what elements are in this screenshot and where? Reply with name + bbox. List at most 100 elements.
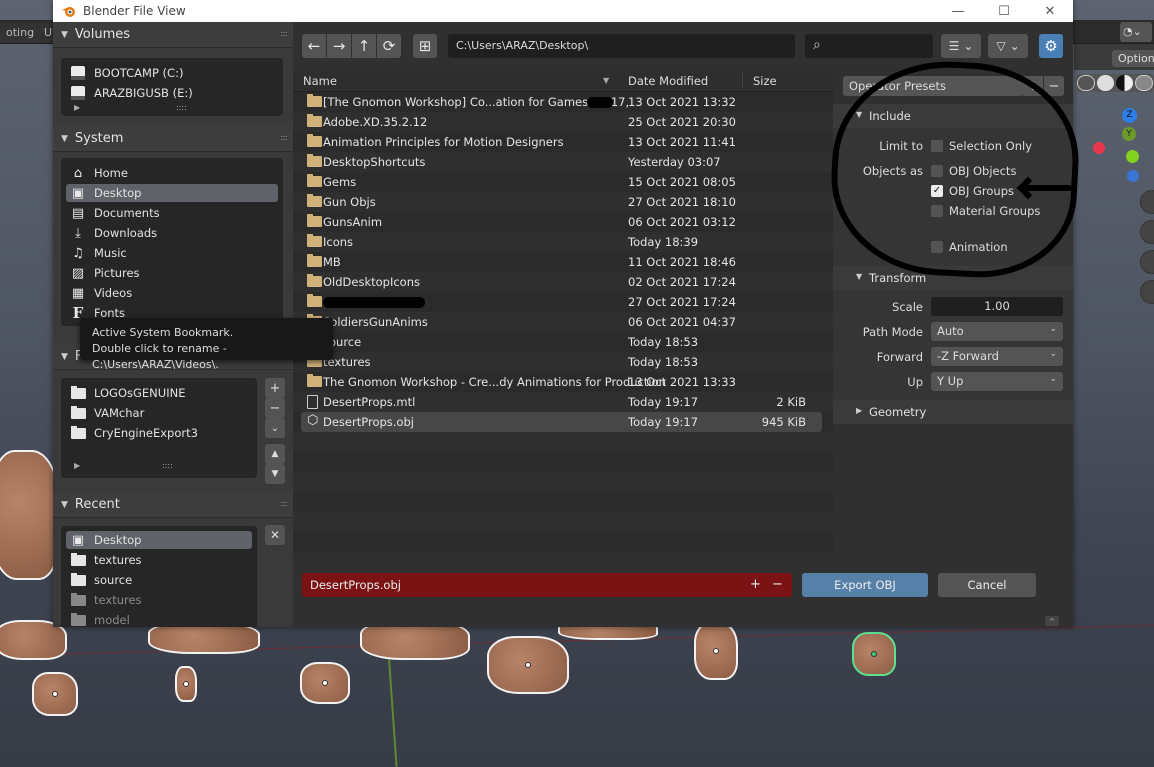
wireframe-shading-icon[interactable] [1077, 75, 1095, 91]
name-column-header[interactable]: Name [303, 74, 337, 88]
system-item-pictures[interactable]: ▨ Pictures [66, 264, 278, 282]
folder-row[interactable]: OldDesktopIcons 02 Oct 2021 17:24 [293, 272, 833, 292]
folder-row[interactable]: [The Gnomon Workshop] Co...ation for Gam… [293, 92, 833, 112]
drag-grip-icon[interactable]: :::: [280, 499, 288, 508]
ortho-view-icon[interactable] [1140, 280, 1154, 304]
folder-row[interactable]: GunsAnim 06 Oct 2021 03:12 [293, 212, 833, 232]
settings-toggle-button[interactable]: ⚙ [1039, 34, 1063, 58]
refresh-button[interactable]: ⟳ [377, 34, 401, 58]
gizmo-z-axis[interactable]: Z [1122, 108, 1137, 123]
display-mode-dropdown[interactable]: ☰ ⌄ [941, 34, 981, 58]
favorite-item[interactable]: VAMchar [66, 404, 252, 422]
system-item-videos[interactable]: ▦ Videos [66, 284, 278, 302]
rock-object[interactable] [32, 672, 78, 716]
move-down-button[interactable]: ▼ [265, 464, 285, 484]
rock-object[interactable] [300, 662, 350, 704]
add-bookmark-button[interactable]: + [265, 378, 285, 398]
recent-item[interactable]: textures [66, 591, 252, 609]
folder-row[interactable]: Gems 15 Oct 2021 08:05 [293, 172, 833, 192]
material-shading-icon[interactable] [1116, 75, 1134, 91]
scale-field[interactable]: 1.00 [931, 297, 1063, 316]
folder-row[interactable]: SoldiersGunAnims 06 Oct 2021 04:37 [293, 312, 833, 332]
gizmo-z-negative[interactable] [1127, 170, 1139, 182]
system-item-music[interactable]: ♫ Music [66, 244, 278, 262]
rock-object[interactable] [487, 636, 569, 694]
date-column-header[interactable]: Date Modified [628, 74, 708, 88]
rock-object[interactable] [0, 450, 60, 580]
bookmark-menu-button[interactable]: ⌄ [265, 418, 285, 438]
up-axis-dropdown[interactable]: Y Up ⌄ [931, 372, 1063, 391]
filter-dropdown[interactable]: ▽ ⌄ [988, 34, 1028, 58]
folder-row[interactable]: Gun Objs 27 Oct 2021 18:10 [293, 192, 833, 212]
column-divider[interactable] [742, 73, 743, 88]
collapse-region-icon[interactable]: ^ [1045, 616, 1059, 626]
volumes-panel-header[interactable]: ▼ Volumes :::: [53, 22, 293, 48]
folder-row[interactable]: DesktopShortcuts Yesterday 03:07 [293, 152, 833, 172]
folder-row[interactable]: 27 Oct 2021 17:24 [293, 292, 833, 312]
recent-panel-header[interactable]: ▼ Recent :::: [53, 492, 293, 518]
maximize-button[interactable]: ☐ [981, 0, 1027, 22]
system-item-home[interactable]: ⌂ Home [66, 164, 278, 182]
export-obj-button[interactable]: Export OBJ [802, 573, 928, 597]
volume-item[interactable]: BOOTCAMP (C:) [66, 64, 278, 82]
pan-view-icon[interactable] [1140, 220, 1154, 244]
cancel-button[interactable]: Cancel [938, 573, 1036, 597]
rock-object[interactable] [175, 666, 197, 702]
viewport-options-button[interactable]: Options [1112, 50, 1154, 67]
recent-item[interactable]: source [66, 571, 252, 589]
file-row[interactable]: ⬡ DesertProps.obj Today 19:17 945 KiB [293, 412, 833, 432]
clear-recent-button[interactable]: ✕ [265, 525, 285, 545]
folder-row[interactable]: Icons Today 18:39 [293, 232, 833, 252]
recent-item[interactable]: model [66, 611, 252, 629]
size-column-header[interactable]: Size [753, 74, 777, 88]
system-panel-header[interactable]: ▼ System :::: [53, 126, 293, 152]
gizmo-y-negative[interactable] [1126, 150, 1139, 163]
move-up-button[interactable]: ▲ [265, 444, 285, 464]
drag-grip-icon[interactable]: :::: [280, 133, 288, 142]
camera-view-icon[interactable] [1140, 250, 1154, 274]
forward-axis-dropdown[interactable]: -Z Forward ⌄ [931, 347, 1063, 366]
recent-item[interactable]: textures [66, 551, 252, 569]
system-item-documents[interactable]: ▤ Documents [66, 204, 278, 222]
list-resize-grip-icon[interactable]: :::: [162, 461, 173, 470]
folder-row[interactable]: Adobe.XD.35.2.12 25 Oct 2021 20:30 [293, 112, 833, 132]
file-row[interactable]: DesertProps.mtl Today 19:17 2 KiB [293, 392, 833, 412]
volume-item[interactable]: ARAZBIGUSB (E:) [66, 84, 278, 102]
folder-row[interactable]: MB 11 Oct 2021 18:46 [293, 252, 833, 272]
increment-filename-button[interactable]: + [750, 577, 761, 592]
gizmo-x-negative[interactable] [1093, 142, 1105, 154]
directory-path-input[interactable]: C:\Users\ARAZ\Desktop\ [448, 34, 795, 58]
drag-grip-icon[interactable]: :::: [280, 29, 288, 38]
back-button[interactable]: ← [302, 34, 326, 58]
minimize-button[interactable]: — [935, 0, 981, 22]
list-resize-grip-icon[interactable]: :::: [176, 103, 187, 112]
object-type-visibility-icon[interactable]: ◔⌄ [1120, 22, 1152, 42]
system-item-downloads[interactable]: ⤓ Downloads [66, 224, 278, 242]
sort-descending-icon[interactable]: ▼ [603, 76, 609, 85]
rock-object-selected[interactable] [852, 632, 896, 676]
close-button[interactable]: ✕ [1027, 0, 1073, 22]
favorite-item[interactable]: CryEngineExport3 [66, 424, 252, 442]
folder-row[interactable]: textures Today 18:53 [293, 352, 833, 372]
filename-input[interactable]: DesertProps.obj + − [302, 573, 792, 597]
folder-row[interactable]: Animation Principles for Motion Designer… [293, 132, 833, 152]
solid-shading-icon[interactable] [1096, 75, 1114, 91]
path-mode-dropdown[interactable]: Auto ⌄ [931, 322, 1063, 341]
rendered-shading-icon[interactable] [1135, 75, 1153, 91]
search-input[interactable]: ⌕ [805, 34, 933, 58]
folder-row[interactable]: The Gnomon Workshop - Cre...dy Animation… [293, 372, 833, 392]
remove-bookmark-button[interactable]: − [265, 398, 285, 418]
expand-list-icon[interactable]: ▶ [74, 103, 80, 112]
gizmo-y-axis[interactable]: Y [1122, 127, 1136, 141]
geometry-section-header[interactable]: ▶ Geometry [833, 400, 1073, 424]
expand-list-icon[interactable]: ▶ [74, 461, 80, 470]
favorite-item[interactable]: LOGOsGENUINE [66, 384, 252, 402]
folder-row[interactable]: source Today 18:53 [293, 332, 833, 352]
workspace-tab-shading[interactable]: oting [0, 23, 41, 43]
recent-item[interactable]: ▣ Desktop [66, 531, 252, 549]
rock-object[interactable] [694, 622, 738, 680]
system-item-desktop[interactable]: ▣ Desktop [66, 184, 278, 202]
zoom-view-icon[interactable] [1140, 190, 1154, 214]
new-folder-button[interactable]: ⊞ [413, 34, 437, 58]
parent-directory-button[interactable]: ↑ [352, 34, 376, 58]
